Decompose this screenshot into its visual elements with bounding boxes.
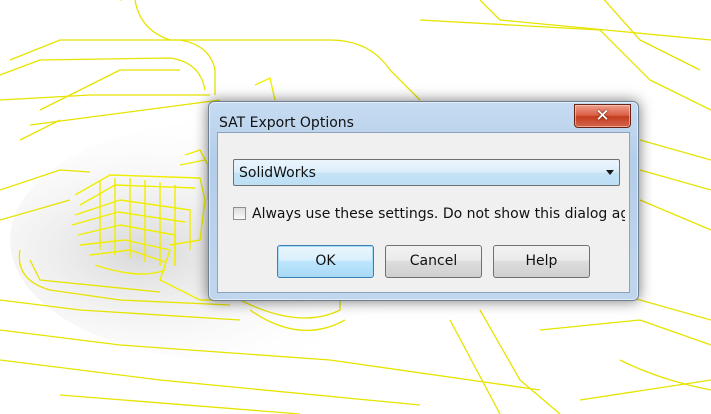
format-dropdown-value: SolidWorks	[239, 165, 316, 181]
help-button[interactable]: Help	[493, 245, 590, 278]
remember-settings-row[interactable]: Always use these settings. Do not show t…	[233, 206, 625, 224]
cancel-button[interactable]: Cancel	[385, 245, 482, 278]
format-dropdown[interactable]: SolidWorks	[233, 159, 620, 186]
dialog-body: SolidWorks Always use these settings. Do…	[217, 132, 630, 293]
remember-settings-label[interactable]: Always use these settings. Do not show t…	[252, 206, 625, 222]
dialog-title: SAT Export Options	[219, 115, 354, 131]
sat-export-dialog: SAT Export Options ✕ SolidWorks Always u…	[208, 101, 639, 301]
ok-button[interactable]: OK	[277, 245, 374, 278]
remember-settings-checkbox[interactable]	[233, 207, 246, 220]
dialog-titlebar[interactable]: SAT Export Options ✕	[209, 102, 638, 132]
close-button[interactable]: ✕	[574, 104, 631, 128]
close-icon: ✕	[595, 106, 610, 126]
chevron-down-icon	[606, 170, 614, 175]
